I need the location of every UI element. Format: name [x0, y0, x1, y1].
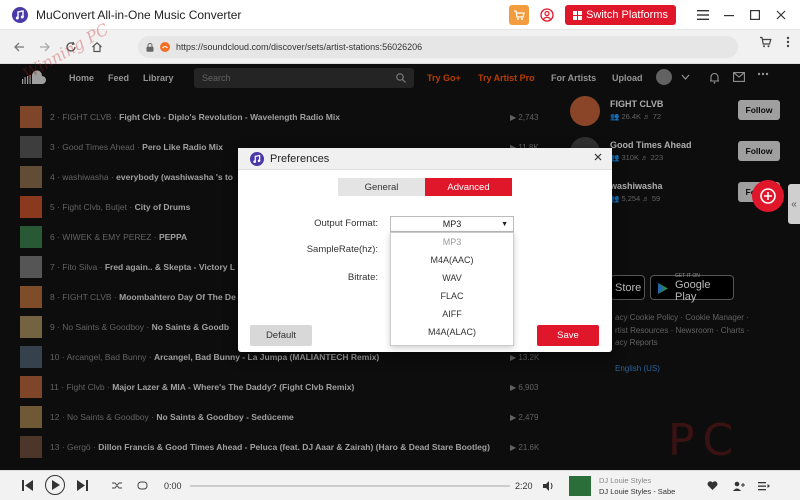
app-logo-icon: [250, 151, 264, 166]
format-option-flac[interactable]: FLAC: [391, 287, 513, 305]
format-option-aiff[interactable]: AIFF: [391, 305, 513, 323]
browser-menu-button[interactable]: [786, 36, 790, 51]
arrow-left-icon: [14, 42, 24, 51]
hamburger-icon: [697, 10, 709, 20]
site-favicon-icon: [160, 42, 170, 52]
lock-icon: [146, 42, 154, 52]
close-icon: [776, 10, 786, 20]
queue-icon[interactable]: [758, 481, 770, 491]
cart-toolbar-button[interactable]: [759, 36, 772, 51]
maximize-icon: [750, 10, 760, 20]
shuffle-icon[interactable]: [112, 481, 123, 490]
default-button[interactable]: Default: [250, 325, 312, 346]
account-button[interactable]: [537, 5, 557, 25]
tab-general[interactable]: General: [338, 178, 425, 196]
app-logo-icon: [12, 6, 28, 23]
grid-icon: [573, 10, 583, 20]
volume-icon[interactable]: [543, 481, 554, 491]
duration-time: 2:20: [515, 481, 533, 491]
close-window-button[interactable]: [768, 0, 794, 30]
store-cart-button[interactable]: [509, 5, 530, 25]
add-music-icon: [760, 188, 776, 204]
browser-toolbar: https://soundcloud.com/discover/sets/art…: [0, 30, 800, 64]
progress-bar[interactable]: [190, 485, 510, 487]
close-icon: [594, 153, 602, 161]
now-playing-artist[interactable]: DJ Louie Styles: [599, 476, 651, 485]
cart-icon: [760, 36, 772, 48]
more-vertical-icon: [786, 36, 790, 48]
player-bar: 0:00 2:20 DJ Louie Styles DJ Louie Style…: [0, 470, 800, 500]
skip-next-icon[interactable]: [77, 480, 88, 491]
now-playing-title[interactable]: DJ Louie Styles - Sabe: [599, 487, 675, 496]
double-chevron-left-icon: «: [791, 198, 797, 210]
dialog-title: Preferences: [270, 152, 330, 165]
heart-icon[interactable]: [707, 481, 718, 491]
user-circle-icon: [540, 8, 554, 22]
back-button[interactable]: [8, 36, 30, 58]
follow-user-icon[interactable]: [733, 481, 745, 491]
dialog-close-button[interactable]: [594, 152, 602, 164]
dropdown-arrow-icon: ▼: [501, 220, 508, 228]
cart-icon: [514, 10, 525, 20]
switch-platforms-button[interactable]: Switch Platforms: [565, 5, 676, 25]
dialog-header: Preferences: [238, 148, 612, 170]
format-option-m4a-alac[interactable]: M4A(ALAC): [391, 323, 513, 341]
format-option-mp3[interactable]: MP3: [391, 233, 513, 251]
format-option-m4a-aac[interactable]: M4A(AAC): [391, 251, 513, 269]
address-bar[interactable]: https://soundcloud.com/discover/sets/art…: [138, 36, 738, 58]
play-icon: [52, 480, 60, 490]
elapsed-time: 0:00: [164, 481, 182, 491]
add-to-convert-button[interactable]: [752, 180, 784, 212]
maximize-button[interactable]: [742, 0, 768, 30]
switch-platforms-label: Switch Platforms: [586, 9, 668, 21]
preferences-dialog: Preferences General Advanced Output Form…: [238, 148, 612, 352]
title-bar: MuConvert All-in-One Music Converter Swi…: [0, 0, 800, 30]
expand-sidebar-tab[interactable]: «: [788, 184, 800, 224]
repeat-icon[interactable]: [137, 481, 148, 490]
skip-previous-icon[interactable]: [22, 480, 33, 491]
output-format-value: MP3: [442, 219, 462, 229]
now-playing-artwork[interactable]: [569, 476, 591, 496]
bitrate-label: Bitrate:: [347, 272, 378, 283]
minimize-button[interactable]: [716, 0, 742, 30]
samplerate-label: SampleRate(hz):: [306, 244, 378, 255]
output-format-label: Output Format:: [314, 218, 378, 229]
tab-advanced[interactable]: Advanced: [425, 178, 512, 196]
url-text: https://soundcloud.com/discover/sets/art…: [176, 42, 423, 52]
play-button[interactable]: [45, 475, 65, 495]
menu-button[interactable]: [690, 0, 716, 30]
output-format-dropdown: MP3 M4A(AAC) WAV FLAC AIFF M4A(ALAC): [390, 232, 514, 346]
minimize-icon: [724, 15, 734, 17]
app-title: MuConvert All-in-One Music Converter: [36, 7, 242, 22]
save-button[interactable]: Save: [537, 325, 599, 346]
output-format-select[interactable]: MP3 ▼: [390, 216, 514, 232]
format-option-wav[interactable]: WAV: [391, 269, 513, 287]
preferences-tabs: General Advanced: [338, 178, 512, 196]
